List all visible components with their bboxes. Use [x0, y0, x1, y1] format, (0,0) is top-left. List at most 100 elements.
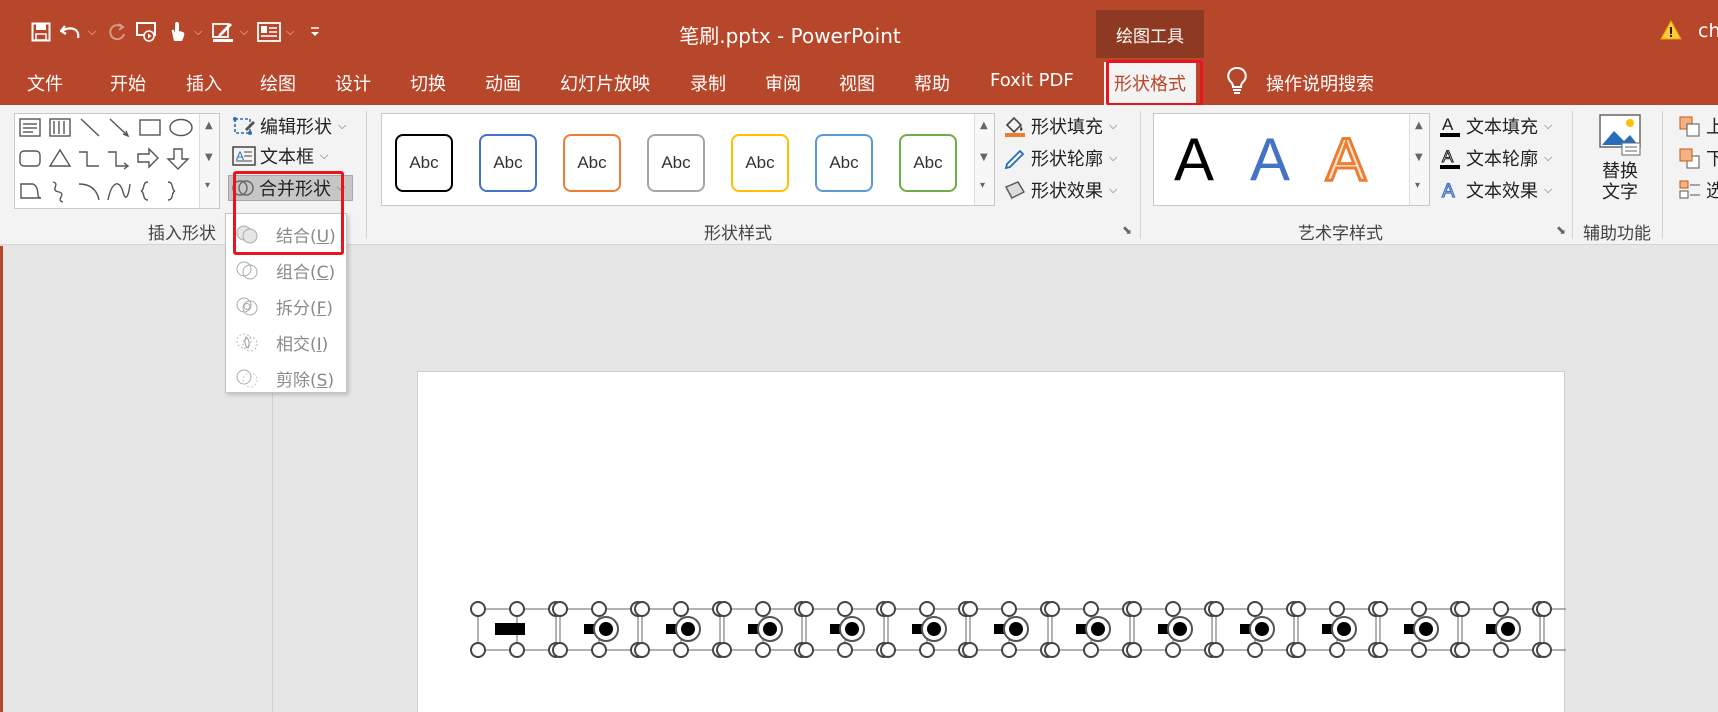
shape-styles-gallery[interactable]: Abc Abc Abc Abc Abc Abc Abc ▲ ▼ ▾: [381, 113, 995, 206]
style-preset-black[interactable]: Abc: [395, 134, 453, 192]
sizing-handle[interactable]: [919, 642, 935, 658]
tab-transitions[interactable]: 切换: [410, 70, 446, 96]
sizing-handle[interactable]: [552, 601, 568, 617]
style-preset-green[interactable]: Abc: [899, 134, 957, 192]
sizing-handle[interactable]: [552, 642, 568, 658]
wordart-preset-black[interactable]: A: [1174, 128, 1214, 192]
style-preset-gold[interactable]: Abc: [731, 134, 789, 192]
sizing-handle[interactable]: [919, 601, 935, 617]
start-from-beginning-icon[interactable]: [134, 18, 160, 46]
sizing-handle[interactable]: [755, 642, 771, 658]
shape-outline-button[interactable]: 形状轮廓 ⌵: [1003, 145, 1117, 171]
sizing-handle[interactable]: [1372, 601, 1388, 617]
warning-icon[interactable]: [1660, 19, 1682, 45]
sizing-handle[interactable]: [1536, 601, 1552, 617]
edit-shape-button[interactable]: 编辑形状 ⌵: [232, 113, 346, 139]
shape-fill-button[interactable]: 形状填充 ⌵: [1003, 113, 1117, 139]
more-icon[interactable]: ▾: [980, 180, 985, 191]
customize-icon[interactable]: [302, 18, 328, 46]
scroll-up-icon[interactable]: ▲: [1415, 120, 1423, 131]
sizing-handle[interactable]: [1083, 601, 1099, 617]
tab-help[interactable]: 帮助: [914, 70, 950, 96]
sizing-handle[interactable]: [962, 642, 978, 658]
scroll-down-icon[interactable]: ▼: [980, 152, 988, 163]
sizing-handle[interactable]: [509, 642, 525, 658]
shape-effects-button[interactable]: 形状效果 ⌵: [1003, 177, 1117, 203]
slide-canvas[interactable]: [417, 371, 1718, 712]
lightbulb-icon[interactable]: [1226, 66, 1248, 96]
sizing-handle[interactable]: [1493, 642, 1509, 658]
chevron-down-icon[interactable]: ⌵: [286, 25, 298, 39]
more-icon[interactable]: ▾: [1415, 180, 1420, 191]
sizing-handle[interactable]: [509, 601, 525, 617]
scroll-up-icon[interactable]: ▲: [980, 120, 988, 131]
dialog-launcher-icon[interactable]: ⬊: [1556, 223, 1566, 237]
sizing-handle[interactable]: [470, 601, 486, 617]
text-fill-button[interactable]: A 文本填充 ⌵: [1438, 113, 1552, 139]
style-preset-gray[interactable]: Abc: [647, 134, 705, 192]
textbox-icon[interactable]: [256, 18, 282, 46]
tab-review[interactable]: 审阅: [765, 70, 801, 96]
sizing-handle[interactable]: [716, 601, 732, 617]
tell-me-search[interactable]: 操作说明搜索: [1266, 70, 1374, 96]
wordart-preset-orange-outline[interactable]: A: [1324, 126, 1367, 193]
sizing-handle[interactable]: [1454, 642, 1470, 658]
scroll-down-icon[interactable]: ▼: [1415, 152, 1423, 163]
alt-text-button[interactable]: 替换 文字: [1590, 113, 1650, 213]
sizing-handle[interactable]: [837, 601, 853, 617]
style-preset-blue[interactable]: Abc: [479, 134, 537, 192]
wordart-scrollbar[interactable]: ▲ ▼ ▾: [1409, 114, 1429, 205]
sizing-handle[interactable]: [1493, 601, 1509, 617]
sizing-handle[interactable]: [798, 642, 814, 658]
sizing-handle[interactable]: [634, 601, 650, 617]
wordart-styles-gallery[interactable]: A A A ▲ ▼ ▾: [1153, 113, 1430, 206]
shape-styles-scrollbar[interactable]: ▲ ▼ ▾: [974, 114, 994, 205]
pen-icon[interactable]: [210, 18, 236, 46]
sizing-handle[interactable]: [591, 642, 607, 658]
save-icon[interactable]: [28, 18, 54, 46]
sizing-handle[interactable]: [1290, 601, 1306, 617]
tab-slide-show[interactable]: 幻灯片放映: [560, 70, 650, 96]
tab-view[interactable]: 视图: [839, 70, 875, 96]
sizing-handle[interactable]: [1290, 642, 1306, 658]
tab-draw[interactable]: 绘图: [260, 70, 296, 96]
sizing-handle[interactable]: [1247, 642, 1263, 658]
tab-animations[interactable]: 动画: [485, 70, 521, 96]
tab-file[interactable]: 文件: [27, 70, 63, 96]
text-effects-button[interactable]: A 文本效果 ⌵: [1438, 177, 1552, 203]
brush-shape[interactable]: [495, 623, 525, 635]
chevron-down-icon[interactable]: ⌵: [194, 25, 206, 39]
touch-mode-icon[interactable]: [164, 18, 190, 46]
sizing-handle[interactable]: [1329, 601, 1345, 617]
sizing-handle[interactable]: [673, 642, 689, 658]
shapes-gallery[interactable]: ▲ ▼ ▾: [14, 113, 220, 209]
sizing-handle[interactable]: [634, 642, 650, 658]
sizing-handle[interactable]: [1411, 601, 1427, 617]
selection-pane-button[interactable]: 选: [1678, 177, 1718, 203]
tab-foxit-pdf[interactable]: Foxit PDF: [990, 70, 1074, 96]
scroll-up-icon[interactable]: ▲: [205, 120, 213, 131]
text-outline-button[interactable]: A 文本轮廓 ⌵: [1438, 145, 1552, 171]
sizing-handle[interactable]: [1247, 601, 1263, 617]
style-preset-light-blue[interactable]: Abc: [815, 134, 873, 192]
wordart-preset-blue[interactable]: A: [1250, 128, 1290, 192]
sizing-handle[interactable]: [1372, 642, 1388, 658]
sizing-handle[interactable]: [1165, 642, 1181, 658]
account-name[interactable]: ch: [1698, 20, 1718, 42]
tab-design[interactable]: 设计: [335, 70, 371, 96]
sizing-handle[interactable]: [798, 601, 814, 617]
chevron-down-icon[interactable]: ⌵: [88, 25, 100, 39]
menu-item-fragment[interactable]: 拆分(F): [226, 289, 346, 323]
sizing-handle[interactable]: [1411, 642, 1427, 658]
menu-item-intersect[interactable]: 相交(I): [226, 325, 346, 359]
redo-icon[interactable]: [104, 18, 130, 46]
sizing-handle[interactable]: [470, 642, 486, 658]
dialog-launcher-icon[interactable]: ⬊: [1122, 223, 1132, 237]
style-preset-orange[interactable]: Abc: [563, 134, 621, 192]
sizing-handle[interactable]: [1083, 642, 1099, 658]
tab-insert[interactable]: 插入: [186, 70, 222, 96]
sizing-handle[interactable]: [1001, 601, 1017, 617]
sizing-handle[interactable]: [1044, 642, 1060, 658]
sizing-handle[interactable]: [1454, 601, 1470, 617]
sizing-handle[interactable]: [1044, 601, 1060, 617]
